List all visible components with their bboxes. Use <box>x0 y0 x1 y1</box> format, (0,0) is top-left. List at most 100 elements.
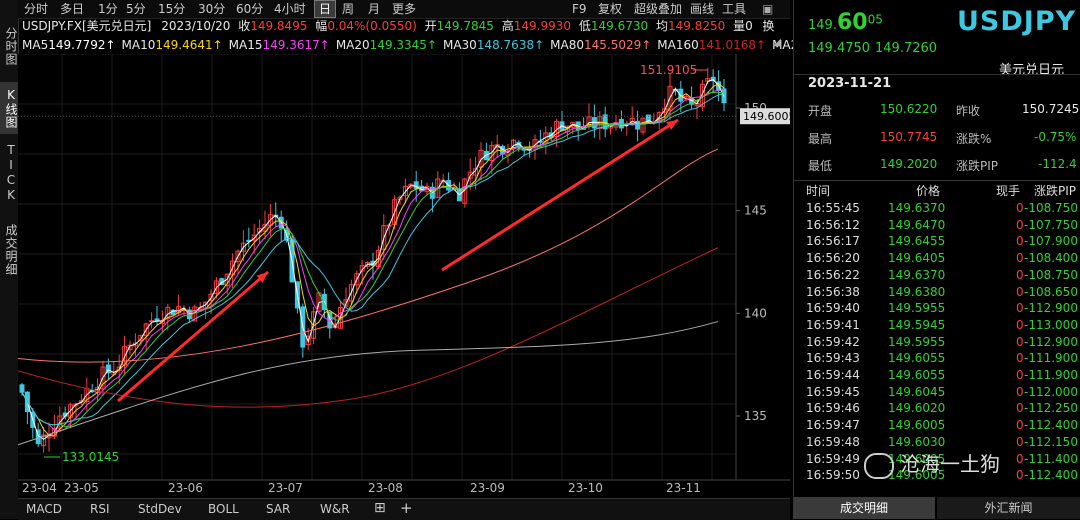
tab-boll[interactable]: BOLL <box>208 502 239 516</box>
low-value: 149.6730 <box>590 19 649 33</box>
ma-label: MA10 <box>121 38 156 52</box>
tick-row: 16:56:38 149.6380 0 -108.650 <box>806 284 1078 299</box>
period-5min[interactable]: 5分 <box>126 1 146 17</box>
period-daily[interactable]: 日 <box>314 0 337 18</box>
tick-row: 16:55:45 149.6370 0 -108.750 <box>806 201 1078 215</box>
ma-label: MA80 <box>550 38 584 52</box>
tab-wr[interactable]: W&R <box>320 502 350 516</box>
period-monthly[interactable]: 月 <box>368 1 380 17</box>
tab-news[interactable]: 外汇新闻 <box>937 497 1080 519</box>
expand-icon[interactable]: ▣ <box>762 1 773 17</box>
quote-date: 2023-11-21 <box>808 76 892 91</box>
x-tick-label: 23-07 <box>268 481 303 495</box>
right-bottom-tabs: 成交明细 外汇新闻 <box>793 497 1080 519</box>
low-label: 最低 <box>808 159 833 173</box>
period-multiday[interactable]: 多日 <box>60 1 84 17</box>
tab-rsi[interactable]: RSI <box>90 502 110 516</box>
tab-trade-detail[interactable]: 成交明细 <box>0 216 18 284</box>
tick-row: 16:59:43 149.6055 0 -111.900 <box>806 351 1078 366</box>
pip-label: 涨跌PIP <box>956 159 999 173</box>
tick-row: 16:59:40 149.5955 0 -112.900 <box>806 301 1078 316</box>
tick-row: 16:59:42 149.5955 0 -112.900 <box>806 334 1078 349</box>
max-price-label: 151.9105 <box>640 63 697 77</box>
adjust-button[interactable]: 复权 <box>598 1 622 17</box>
kline-chart[interactable]: 15014514013523-04 23-05 23-06 23-07 23-08 23-… <box>18 54 790 498</box>
period-4hour[interactable]: 4小时 <box>274 1 306 17</box>
period-more[interactable]: 更多 <box>392 1 416 17</box>
quote-panel: 149.6005 149.4750 149.7260 USDJPY 美元兑日元 … <box>793 0 1080 519</box>
open-label: 开盘 <box>808 104 833 118</box>
open-value: 150.6220 <box>880 102 938 116</box>
high-label: 最高 <box>808 132 833 146</box>
period-weekly[interactable]: 周 <box>342 1 354 17</box>
x-tick-label: 23-06 <box>168 481 203 495</box>
tab-sar[interactable]: SAR <box>266 502 290 516</box>
add-indicator-icon[interactable]: + <box>400 499 413 517</box>
tick-row: 16:56:22 149.6370 0 -108.750 <box>806 267 1078 282</box>
tab-timeshare[interactable]: 分时图 <box>0 22 18 70</box>
tab-tick[interactable]: TICK <box>0 142 18 204</box>
vol-label: 量 <box>733 19 746 33</box>
tick-row: 16:59:46 149.6020 0 -112.250 <box>806 401 1078 416</box>
x-tick-label: 23-04 <box>22 481 57 495</box>
high-value: 150.7745 <box>880 130 938 144</box>
current-price-label: 149.6005 <box>743 110 790 123</box>
ma-value: 149.7792↑ <box>48 38 116 52</box>
draw-line-button[interactable]: 画线 <box>690 1 714 17</box>
tick-table-header: 时间 价格 现手 涨跌PIP <box>794 183 1080 199</box>
tab-kline[interactable]: K线图 <box>0 82 18 134</box>
ma-value: 148.7638↑ <box>476 38 545 52</box>
divider <box>794 180 1080 181</box>
avg-value: 149.8250 <box>667 19 726 33</box>
ma-label: MA20 <box>335 38 370 52</box>
period-15min[interactable]: 15分 <box>158 1 185 17</box>
tools-button[interactable]: 工具 <box>722 1 746 17</box>
ma-legend: MA5149.7792↑ MA10149.4641↑ MA15149.3617↑ MA… <box>22 37 814 53</box>
change-value: 0.04%(0.0550) <box>327 19 417 33</box>
symbol-name: 美元兑日元 <box>999 63 1065 78</box>
divider <box>794 74 1080 75</box>
wechat-watermark: 沧海一土狗 <box>864 448 1000 479</box>
y-tick-label: 145 <box>744 204 767 218</box>
ask-price: 149.7260 <box>875 41 938 56</box>
open-label: 开 <box>424 19 437 33</box>
indicator-tabs: MACD RSI StdDev BOLL SAR W&R ⊞ + <box>18 498 790 520</box>
candle-body <box>19 384 25 393</box>
period-60min[interactable]: 60分 <box>236 1 263 17</box>
tick-row: 16:59:45 149.6045 0 -112.000 <box>806 384 1078 399</box>
high-label: 高 <box>501 19 514 33</box>
ohlc-info-line: USDJPY.FX[美元兑日元] 2023/10/20 收149.8495 幅0… <box>22 18 775 34</box>
tab-stddev[interactable]: StdDev <box>138 502 182 516</box>
change-label: 幅 <box>315 19 328 33</box>
close-value: 149.8495 <box>250 19 308 33</box>
chart-bg <box>18 54 790 498</box>
col-price: 价格 <box>916 184 941 198</box>
tick-row: 16:56:20 149.6405 0 -108.400 <box>806 251 1078 266</box>
tab-trades[interactable]: 成交明细 <box>793 497 935 519</box>
collapse-icon[interactable]: ◢ <box>773 37 781 48</box>
ma-label: MA15 <box>228 38 263 52</box>
tick-row: 16:59:47 149.6005 0 -112.400 <box>806 418 1078 433</box>
f9-button[interactable]: F9 <box>572 1 587 17</box>
period-1min[interactable]: 1分 <box>98 1 118 17</box>
tick-row: 16:56:12 149.6470 0 -107.750 <box>806 217 1078 232</box>
grid-icon[interactable]: ⊞ <box>374 500 386 516</box>
x-tick-label: 23-11 <box>666 481 701 495</box>
symbol-label: USDJPY.FX[美元兑日元] <box>22 19 152 33</box>
ma-label: MA160 <box>657 38 699 52</box>
col-vol: 现手 <box>996 184 1021 198</box>
period-30min[interactable]: 30分 <box>198 1 225 17</box>
left-tab-bar: 分时图 K线图 TICK 成交明细 <box>0 0 19 519</box>
overlay-button[interactable]: 超级叠加 <box>634 1 682 17</box>
ma-value: 149.4641↑ <box>155 38 223 52</box>
x-tick-label: 23-05 <box>64 481 99 495</box>
tick-row: 16:59:44 149.6055 0 -111.900 <box>806 368 1078 382</box>
pct-value: -0.75% <box>1034 130 1077 144</box>
tab-macd[interactable]: MACD <box>26 502 62 516</box>
ma-value: 145.5029↑ <box>583 38 652 52</box>
period-fenshi[interactable]: 分时 <box>24 1 48 17</box>
open-value: 149.7845 <box>436 19 494 33</box>
switch-button[interactable]: 换 <box>763 19 775 33</box>
ma-label: MA5 <box>22 38 49 52</box>
last-price: 149.6005 <box>808 10 883 35</box>
